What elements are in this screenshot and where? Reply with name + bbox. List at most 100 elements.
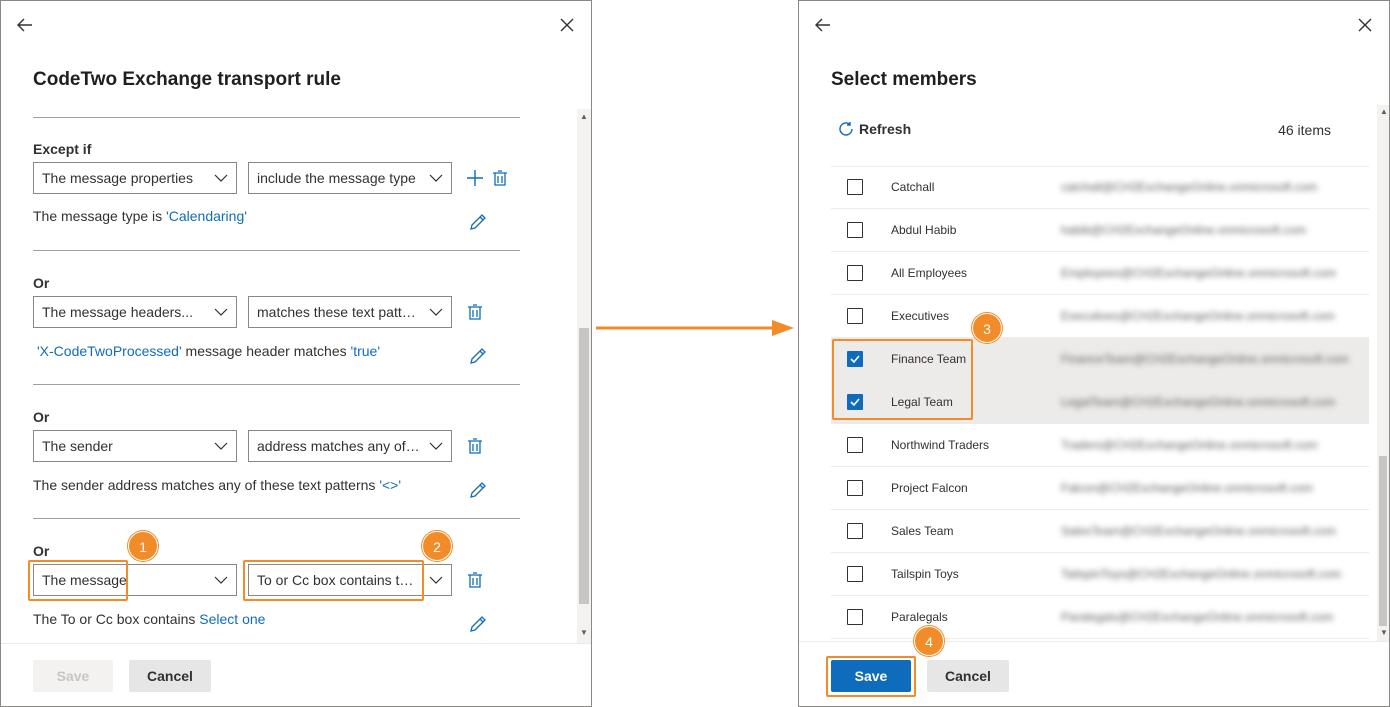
- condition-dropdown-value: The message headers...: [42, 304, 193, 320]
- member-name: Project Falcon: [891, 481, 968, 495]
- close-icon[interactable]: [557, 15, 577, 35]
- predicate-dropdown[interactable]: matches these text patte...: [248, 296, 452, 328]
- member-name: Tailspin Toys: [891, 567, 959, 581]
- divider: [33, 384, 520, 385]
- divider: [33, 117, 520, 118]
- member-name: Paralegals: [891, 610, 948, 624]
- select-members-panel: Select members Refresh 46 items Catchall…: [798, 0, 1390, 707]
- divider: [33, 518, 520, 519]
- member-checkbox[interactable]: [847, 566, 863, 582]
- condition-dropdown[interactable]: The message headers...: [33, 296, 237, 328]
- predicate-dropdown-value: matches these text patte...: [257, 304, 422, 320]
- highlight-box-4: [826, 656, 916, 697]
- refresh-label: Refresh: [859, 121, 912, 137]
- scroll-up-icon[interactable]: ▲: [579, 112, 589, 122]
- member-checkbox[interactable]: [847, 265, 863, 281]
- member-email: Employees@CH2ExchangeOnline.onmicrosoft.…: [1061, 266, 1336, 280]
- member-name: All Employees: [891, 266, 968, 280]
- chevron-down-icon: [214, 442, 228, 450]
- scrollbar-thumb[interactable]: [579, 328, 589, 604]
- predicate-dropdown[interactable]: include the message type: [248, 162, 452, 194]
- member-email: LegalTeam@CH2ExchangeOnline.onmicrosoft.…: [1061, 395, 1336, 409]
- step-badge-4: 4: [914, 626, 944, 656]
- member-row[interactable]: Abdul Habib habib@CH2ExchangeOnline.onmic…: [831, 209, 1369, 252]
- edit-pencil-icon[interactable]: [468, 614, 488, 634]
- cancel-button[interactable]: Cancel: [927, 660, 1009, 692]
- member-email: FinanceTeam@CH2ExchangeOnline.onmicrosof…: [1061, 352, 1349, 366]
- select-one-link[interactable]: Select one: [199, 611, 265, 627]
- member-checkbox[interactable]: [847, 480, 863, 496]
- member-name: Abdul Habib: [891, 223, 957, 237]
- desc-value: 'true': [350, 343, 380, 359]
- condition-dropdown[interactable]: The message properties: [33, 162, 237, 194]
- member-name: Sales Team: [891, 524, 954, 538]
- chevron-down-icon: [429, 308, 443, 316]
- panel-title: Select members: [831, 69, 977, 90]
- divider: [33, 250, 520, 251]
- highlight-box-1: [28, 560, 128, 601]
- predicate-dropdown-value: address matches any of t...: [257, 438, 426, 454]
- member-row[interactable]: Paralegals Paralegals@CH2ExchangeOnline.o…: [831, 596, 1369, 639]
- member-checkbox[interactable]: [847, 179, 863, 195]
- member-row[interactable]: Executives Executives@CH2ExchangeOnline.o…: [831, 295, 1369, 338]
- member-row[interactable]: Project Falcon Falcon@CH2ExchangeOnline.o…: [831, 467, 1369, 510]
- delete-icon[interactable]: [465, 436, 485, 456]
- save-button[interactable]: Save: [33, 660, 113, 692]
- predicate-dropdown-value: include the message type: [257, 170, 416, 186]
- desc-text: message header matches: [181, 343, 351, 359]
- member-checkbox[interactable]: [847, 523, 863, 539]
- scrollbar-thumb[interactable]: [1379, 456, 1387, 626]
- footer-divider: [799, 641, 1389, 642]
- flow-arrow-icon: [596, 320, 794, 336]
- member-row[interactable]: All Employees Employees@CH2ExchangeOnline…: [831, 252, 1369, 295]
- member-row[interactable]: Tailspin Toys TailspinToys@CH2ExchangeOnl…: [831, 553, 1369, 596]
- transport-rule-panel: CodeTwo Exchange transport rule Except i…: [0, 0, 592, 707]
- member-row[interactable]: Catchall catchall@CH2ExchangeOnline.onmic…: [831, 166, 1369, 209]
- member-checkbox[interactable]: [847, 308, 863, 324]
- chevron-down-icon: [429, 442, 443, 450]
- member-email: Executives@CH2ExchangeOnline.onmicrosoft…: [1061, 309, 1335, 323]
- section-label-or: Or: [33, 275, 50, 291]
- item-count: 46 items: [1278, 122, 1331, 138]
- scroll-down-icon[interactable]: ▼: [579, 628, 589, 638]
- scroll-up-icon[interactable]: ▲: [1379, 107, 1389, 117]
- desc-text: The To or Cc box contains: [33, 611, 200, 627]
- back-arrow-icon[interactable]: [15, 15, 35, 35]
- desc-value: 'Calendaring': [166, 208, 247, 224]
- close-icon[interactable]: [1355, 15, 1375, 35]
- desc-text: The message type is: [33, 208, 167, 224]
- edit-pencil-icon[interactable]: [468, 212, 488, 232]
- condition-dropdown[interactable]: The sender: [33, 430, 237, 462]
- add-icon[interactable]: [465, 168, 485, 188]
- step-badge-3: 3: [972, 313, 1002, 343]
- desc-value: '<>': [379, 477, 402, 493]
- chevron-down-icon: [429, 174, 443, 182]
- desc-text: The sender address matches any of these …: [33, 477, 380, 493]
- refresh-icon: [839, 122, 853, 136]
- member-email: TailspinToys@CH2ExchangeOnline.onmicroso…: [1061, 567, 1342, 581]
- member-row[interactable]: Northwind Traders Traders@CH2ExchangeOnli…: [831, 424, 1369, 467]
- cancel-button[interactable]: Cancel: [129, 660, 211, 692]
- edit-pencil-icon[interactable]: [468, 346, 488, 366]
- section-label-except-if: Except if: [33, 141, 92, 157]
- member-row[interactable]: Sales Team SalesTeam@CH2ExchangeOnline.on…: [831, 510, 1369, 553]
- back-arrow-icon[interactable]: [813, 15, 833, 35]
- member-checkbox[interactable]: [847, 609, 863, 625]
- member-email: Traders@CH2ExchangeOnline.onmicrosoft.co…: [1061, 438, 1318, 452]
- refresh-button[interactable]: Refresh: [837, 120, 911, 138]
- member-name: Catchall: [891, 180, 935, 194]
- step-badge-2: 2: [422, 531, 452, 561]
- section-label-or: Or: [33, 543, 50, 559]
- delete-icon[interactable]: [465, 570, 485, 590]
- predicate-dropdown[interactable]: address matches any of t...: [248, 430, 452, 462]
- member-name: Executives: [891, 309, 950, 323]
- edit-pencil-icon[interactable]: [468, 480, 488, 500]
- delete-icon[interactable]: [490, 168, 510, 188]
- member-email: habib@CH2ExchangeOnline.onmicrosoft.com: [1061, 223, 1306, 237]
- member-checkbox[interactable]: [847, 437, 863, 453]
- delete-icon[interactable]: [465, 302, 485, 322]
- chevron-down-icon: [429, 576, 443, 584]
- scroll-down-icon[interactable]: ▼: [1379, 628, 1389, 638]
- condition-dropdown-value: The message properties: [42, 170, 193, 186]
- member-checkbox[interactable]: [847, 222, 863, 238]
